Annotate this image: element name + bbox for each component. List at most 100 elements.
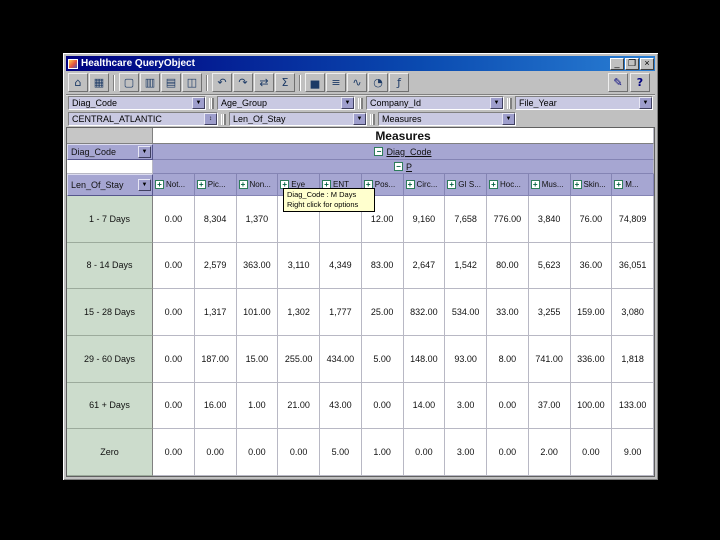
copy-icon[interactable]: ◫ — [182, 73, 202, 92]
data-cell[interactable]: 534.00 — [445, 289, 487, 336]
file-year-filter[interactable]: File_Year▼ — [515, 96, 653, 110]
data-cell[interactable]: 7,658 — [445, 196, 487, 243]
expand-icon[interactable]: + — [155, 180, 164, 189]
new-query-icon[interactable]: ▢ — [119, 73, 139, 92]
undo-icon[interactable]: ↶ — [212, 73, 232, 92]
data-cell[interactable]: 2,579 — [195, 243, 237, 290]
data-cell[interactable]: 1,370 — [237, 196, 279, 243]
data-cell[interactable]: 1,542 — [445, 243, 487, 290]
expand-icon[interactable]: + — [447, 180, 456, 189]
dropdown-arrow-icon[interactable]: ▼ — [138, 179, 151, 191]
dropdown-arrow-icon[interactable]: ▼ — [341, 97, 354, 109]
data-cell[interactable]: 832.00 — [404, 289, 446, 336]
data-cell[interactable]: 1,302 — [278, 289, 320, 336]
collapse-icon[interactable]: − — [394, 162, 403, 171]
data-cell[interactable]: 8,304 — [195, 196, 237, 243]
row-dimension-button-len-of-stay[interactable]: Len_Of_Stay▼ — [67, 174, 153, 196]
dropdown-arrow-icon[interactable]: ▼ — [490, 97, 503, 109]
row-header[interactable]: 1 - 7 Days — [67, 196, 153, 243]
data-cell[interactable]: 9,160 — [404, 196, 446, 243]
diag-code-filter[interactable]: Diag_Code▼ — [68, 96, 206, 110]
data-cell[interactable]: 159.00 — [571, 289, 613, 336]
edit-icon[interactable]: ✎ — [608, 73, 628, 92]
data-cell[interactable]: 93.00 — [445, 336, 487, 383]
data-cell[interactable]: 148.00 — [404, 336, 446, 383]
data-cell[interactable]: 336.00 — [571, 336, 613, 383]
data-cell[interactable]: 9.00 — [612, 429, 654, 476]
data-cell[interactable]: 15.00 — [237, 336, 279, 383]
row-header[interactable]: 61 + Days — [67, 383, 153, 430]
data-cell[interactable]: 16.00 — [195, 383, 237, 430]
data-cell[interactable]: 36,051 — [612, 243, 654, 290]
titlebar[interactable]: Healthcare QueryObject _ ❐ × — [66, 56, 655, 71]
data-cell[interactable]: 0.00 — [278, 429, 320, 476]
line-chart-icon[interactable]: ∿ — [347, 73, 367, 92]
expand-icon[interactable]: + — [614, 180, 623, 189]
data-cell[interactable]: 0.00 — [153, 383, 195, 430]
len-of-stay-filter[interactable]: Len_Of_Stay▼ — [229, 112, 367, 126]
data-cell[interactable]: 21.00 — [278, 383, 320, 430]
measures-filter[interactable]: Measures▼ — [378, 112, 516, 126]
column-group-header[interactable]: −Diag_Code — [153, 144, 654, 160]
collapse-icon[interactable]: − — [374, 147, 383, 156]
minimize-button[interactable]: _ — [610, 58, 624, 70]
data-cell[interactable]: 5.00 — [362, 336, 404, 383]
expand-icon[interactable]: + — [531, 180, 540, 189]
link-icon[interactable]: ⇄ — [254, 73, 274, 92]
column-header[interactable]: +Skin... — [571, 174, 613, 196]
expand-icon[interactable]: + — [239, 180, 248, 189]
sum-icon[interactable]: Σ — [275, 73, 295, 92]
open-layout-icon[interactable]: ▥ — [140, 73, 160, 92]
redo-icon[interactable]: ↷ — [233, 73, 253, 92]
data-cell[interactable]: 76.00 — [571, 196, 613, 243]
data-cell[interactable]: 255.00 — [278, 336, 320, 383]
data-cell[interactable]: 80.00 — [487, 243, 529, 290]
data-cell[interactable]: 5.00 — [320, 429, 362, 476]
expand-icon[interactable]: + — [489, 180, 498, 189]
row-header[interactable]: Zero — [67, 429, 153, 476]
close-button[interactable]: × — [640, 58, 654, 70]
spin-arrows-icon[interactable]: ↕ — [204, 113, 217, 125]
data-cell[interactable]: 0.00 — [195, 429, 237, 476]
expand-icon[interactable]: + — [197, 180, 206, 189]
data-cell[interactable]: 187.00 — [195, 336, 237, 383]
data-cell[interactable]: 8.00 — [487, 336, 529, 383]
dropdown-arrow-icon[interactable]: ▼ — [502, 113, 515, 125]
row-header[interactable]: 8 - 14 Days — [67, 243, 153, 290]
data-cell[interactable]: 0.00 — [153, 429, 195, 476]
data-cell[interactable]: 0.00 — [487, 383, 529, 430]
data-cell[interactable]: 1.00 — [237, 383, 279, 430]
dropdown-arrow-icon[interactable]: ▼ — [353, 113, 366, 125]
sort-icon[interactable]: ≡ — [326, 73, 346, 92]
data-cell[interactable]: 14.00 — [404, 383, 446, 430]
bar-chart-icon[interactable]: ▅ — [305, 73, 325, 92]
data-cell[interactable]: 741.00 — [529, 336, 571, 383]
data-cell[interactable]: 43.00 — [320, 383, 362, 430]
column-subgroup-header[interactable]: −P — [153, 160, 654, 174]
query-sheet-icon[interactable]: ▦ — [89, 73, 109, 92]
function-icon[interactable]: ƒ — [389, 73, 409, 92]
row-header[interactable]: 15 - 28 Days — [67, 289, 153, 336]
column-header[interactable]: +M... — [612, 174, 654, 196]
print-icon[interactable]: ▤ — [161, 73, 181, 92]
data-cell[interactable]: 0.00 — [571, 429, 613, 476]
data-cell[interactable]: 3.00 — [445, 383, 487, 430]
data-cell[interactable]: 101.00 — [237, 289, 279, 336]
column-header[interactable]: +Pic... — [195, 174, 237, 196]
data-cell[interactable]: 363.00 — [237, 243, 279, 290]
column-header[interactable]: +Non... — [237, 174, 279, 196]
data-cell[interactable]: 37.00 — [529, 383, 571, 430]
data-cell[interactable]: 3,110 — [278, 243, 320, 290]
data-cell[interactable]: 3,255 — [529, 289, 571, 336]
column-header[interactable]: +Mus... — [529, 174, 571, 196]
column-header[interactable]: +Circ... — [404, 174, 446, 196]
home-icon[interactable]: ⌂ — [68, 73, 88, 92]
data-cell[interactable]: 33.00 — [487, 289, 529, 336]
data-cell[interactable]: 3,080 — [612, 289, 654, 336]
data-cell[interactable]: 2,647 — [404, 243, 446, 290]
age-group-filter[interactable]: Age_Group▼ — [217, 96, 355, 110]
pie-chart-icon[interactable]: ◔ — [368, 73, 388, 92]
data-cell[interactable]: 0.00 — [362, 383, 404, 430]
data-cell[interactable]: 0.00 — [153, 289, 195, 336]
expand-icon[interactable]: + — [406, 180, 415, 189]
